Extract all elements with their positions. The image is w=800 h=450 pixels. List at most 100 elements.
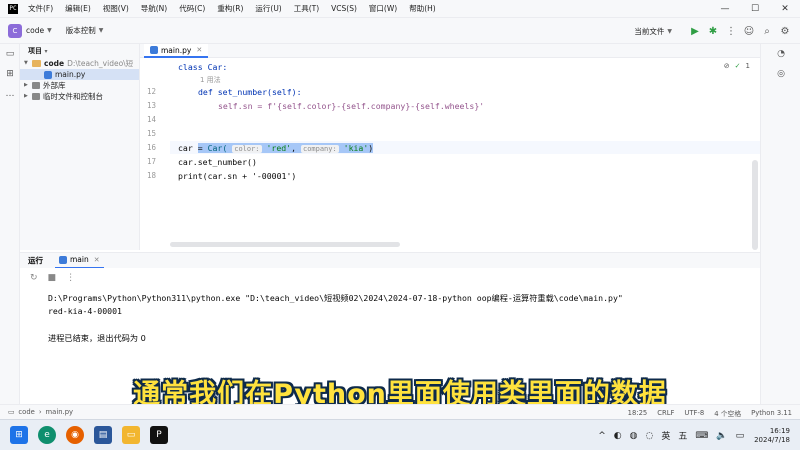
chevron-down-icon: ▼: [667, 27, 672, 35]
breadcrumb-project[interactable]: code: [18, 408, 34, 416]
minimize-icon[interactable]: —: [710, 0, 740, 18]
battery-icon[interactable]: ▭: [736, 431, 745, 441]
file-encoding[interactable]: UTF-8: [684, 409, 704, 417]
store-icon[interactable]: ▤: [94, 426, 112, 444]
database-icon[interactable]: ◎: [771, 64, 791, 84]
eye-off-icon[interactable]: ⊘: [724, 62, 730, 70]
menu-refactor[interactable]: 重构(R): [217, 3, 243, 14]
more-icon[interactable]: ⋮: [66, 273, 75, 283]
debug-icon[interactable]: ✱: [704, 26, 722, 37]
usages-text: 1 用法: [200, 76, 221, 84]
python-interpreter[interactable]: Python 3.11: [751, 409, 792, 417]
right-tool-strip: ◔ ◎: [760, 44, 800, 404]
assign-close: ): [368, 143, 374, 153]
menu-file[interactable]: 文件(F): [28, 3, 53, 14]
tab-main-py[interactable]: main.py ✕: [144, 44, 209, 58]
tree-external-libs[interactable]: ▶ 外部库: [20, 80, 139, 91]
console-output: red-kia-4-00001: [48, 306, 122, 316]
breadcrumb-file[interactable]: main.py: [46, 408, 73, 416]
system-tray: ^ ◐ ◍ ◌ 英 五 ⌨ 🔈 ▭ 16:19 2024/7/18: [590, 420, 790, 450]
code-line: car = Car( color: 'red', company: 'kia'): [178, 143, 374, 153]
inspection-count: 1: [745, 62, 750, 70]
run-tab-label: main: [70, 255, 89, 264]
pycharm-taskbar-icon[interactable]: P: [150, 426, 168, 444]
user-icon[interactable]: ☺: [740, 26, 758, 37]
keyboard-icon[interactable]: ⌨: [695, 431, 708, 441]
menu-run[interactable]: 运行(U): [255, 3, 281, 14]
more-icon[interactable]: ⋮: [722, 26, 740, 37]
pycharm-logo-icon[interactable]: PC: [8, 3, 18, 14]
menu-code[interactable]: 代码(C): [179, 3, 205, 14]
line-number: 18: [146, 171, 156, 180]
folder-icon: ▭: [8, 408, 15, 416]
root-name: code: [44, 59, 65, 68]
clock-date: 2024/7/18: [754, 435, 790, 444]
inspection-widget[interactable]: ⊘ ✓ 1: [724, 62, 750, 70]
start-icon[interactable]: ⊞: [10, 426, 28, 444]
menu-view[interactable]: 视图(V): [103, 3, 129, 14]
menu-edit[interactable]: 编辑(E): [65, 3, 91, 14]
project-selector[interactable]: code: [26, 26, 44, 35]
tree-root[interactable]: ▼ code D:\teach_video\短: [20, 58, 139, 69]
assign-call: Car(: [207, 143, 228, 153]
file-explorer-icon[interactable]: ▭: [122, 426, 140, 444]
project-panel: 项目 ▾ ▼ code D:\teach_video\短 main.py ▶ 外…: [20, 44, 140, 250]
line-number: 12: [146, 87, 156, 96]
folder-icon[interactable]: ▭: [0, 44, 20, 64]
folder-icon: [32, 60, 41, 67]
more-icon[interactable]: …: [0, 84, 20, 104]
vcs-selector[interactable]: 版本控制: [66, 25, 96, 36]
firefox-icon[interactable]: ◉: [66, 426, 84, 444]
line-ending[interactable]: CRLF: [657, 409, 674, 417]
search-icon[interactable]: ⌕: [758, 26, 776, 37]
indent-setting[interactable]: 4 个空格: [714, 408, 741, 418]
chevron-down-icon: ▼: [47, 27, 52, 34]
chevron-down-icon: ▼: [24, 60, 28, 66]
settings-icon[interactable]: ⚙: [776, 26, 794, 37]
close-icon[interactable]: ✕: [770, 0, 800, 18]
close-icon[interactable]: ✕: [196, 46, 202, 54]
network-icon[interactable]: ◌: [645, 431, 653, 441]
maximize-icon[interactable]: ☐: [740, 0, 770, 18]
stop-icon[interactable]: ■: [48, 273, 57, 283]
menu-window[interactable]: 窗口(W): [369, 3, 397, 14]
console-exit: 进程已结束，退出代码为 0: [48, 333, 146, 343]
run-icon[interactable]: ▶: [686, 26, 704, 37]
usages-hint[interactable]: 1 用法: [200, 74, 221, 85]
clock[interactable]: 16:19 2024/7/18: [754, 427, 790, 445]
run-config-selector[interactable]: 当前文件: [634, 26, 664, 37]
vertical-scrollbar[interactable]: [752, 160, 758, 250]
tree-scratches[interactable]: ▶ 临时文件和控制台: [20, 91, 139, 102]
run-controls: ↻ ■ ⋮: [20, 268, 760, 288]
ime-language[interactable]: 英: [661, 429, 670, 442]
scratches-icon: [32, 93, 40, 100]
volume-icon[interactable]: 🔈: [716, 431, 727, 441]
tree-file-main[interactable]: main.py: [20, 69, 139, 80]
horizontal-scrollbar[interactable]: [170, 242, 400, 247]
run-tab-main[interactable]: main ✕: [55, 253, 104, 269]
menu-tools[interactable]: 工具(T): [294, 3, 319, 14]
arg-company: 'kia': [343, 143, 369, 153]
toolbar-right: 当前文件 ▼ ▶ ✱ ⋮ ☺ ⌕ ⚙: [634, 18, 794, 44]
menu-help[interactable]: 帮助(H): [409, 3, 436, 14]
chevron-up-icon[interactable]: ^: [598, 431, 606, 441]
menu-vcs[interactable]: VCS(S): [331, 4, 357, 13]
menu-navigate[interactable]: 导航(N): [141, 3, 167, 14]
rerun-icon[interactable]: ↻: [30, 273, 38, 283]
cursor-position[interactable]: 18:25: [628, 409, 648, 417]
project-badge-icon[interactable]: C: [8, 23, 22, 38]
breadcrumb: ▭ code › main.py: [0, 408, 77, 416]
run-panel-title: 运行: [28, 256, 43, 265]
ime-mode[interactable]: 五: [678, 429, 687, 442]
code-line: print(car.sn + '-00001'): [178, 171, 296, 181]
close-icon[interactable]: ✕: [94, 256, 100, 264]
notifications-icon[interactable]: ◔: [771, 44, 791, 64]
code-editor[interactable]: 12 13 14 15 16 17 18 ⊘ ✓ 1 class Car: 1 …: [140, 58, 760, 250]
edge-browser-icon[interactable]: e: [38, 426, 56, 444]
project-panel-title: 项目 ▾: [28, 47, 48, 55]
app-tray-icon[interactable]: ◐: [614, 431, 622, 441]
wechat-icon[interactable]: ◍: [630, 431, 638, 441]
line-gutter: 12 13 14 15 16 17 18: [140, 58, 170, 250]
call-line: car.set_number(): [178, 157, 257, 167]
structure-icon[interactable]: ⊞: [0, 64, 20, 84]
